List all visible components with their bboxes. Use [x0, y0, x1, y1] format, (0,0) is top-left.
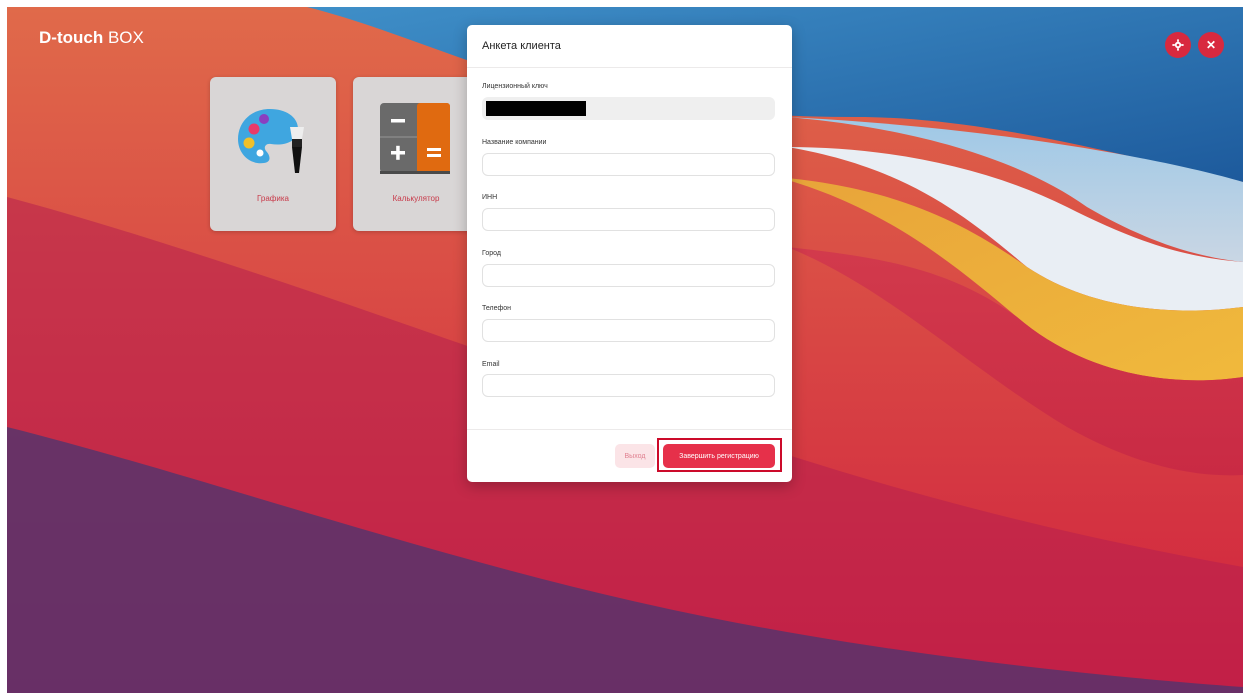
dialog-header: Анкета клиента	[467, 25, 792, 68]
company-name-input[interactable]	[482, 153, 775, 176]
field-label-email: Email	[482, 361, 500, 368]
dialog-footer-divider	[467, 429, 792, 430]
exit-button[interactable]: Выход	[615, 444, 655, 468]
close-button[interactable]: ✕	[1198, 32, 1224, 58]
calculator-icon	[380, 103, 450, 174]
redacted-value	[486, 101, 586, 116]
settings-button[interactable]	[1165, 32, 1191, 58]
client-form-dialog: Анкета клиента Лицензионный ключ Названи…	[467, 25, 792, 482]
email-input[interactable]	[482, 374, 775, 397]
tile-label: Калькулятор	[392, 194, 440, 203]
field-label-city: Город	[482, 250, 501, 257]
palette-icon	[238, 109, 304, 173]
gear-icon	[1172, 39, 1184, 51]
close-icon: ✕	[1205, 38, 1217, 52]
inn-input[interactable]	[482, 208, 775, 231]
field-label-phone: Телефон	[482, 305, 512, 312]
field-label-company: Название компании	[482, 139, 547, 146]
field-label-inn: ИНН	[482, 194, 498, 201]
brand-light: BOX	[107, 28, 144, 47]
app-tile-calculator[interactable]: Калькулятор	[353, 77, 479, 231]
app-tile-graphics[interactable]: Графика	[210, 77, 336, 231]
dialog-title: Анкета клиента	[482, 40, 561, 52]
field-label-license-key: Лицензионный ключ	[482, 83, 548, 90]
app-brand: D-touch BOX	[39, 28, 144, 48]
tile-label: Графика	[257, 194, 289, 203]
license-key-field	[482, 97, 775, 120]
finish-registration-button[interactable]: Завершить регистрацию	[663, 444, 775, 468]
brand-bold: D-touch	[39, 28, 104, 47]
phone-input[interactable]	[482, 319, 775, 342]
city-input[interactable]	[482, 264, 775, 287]
